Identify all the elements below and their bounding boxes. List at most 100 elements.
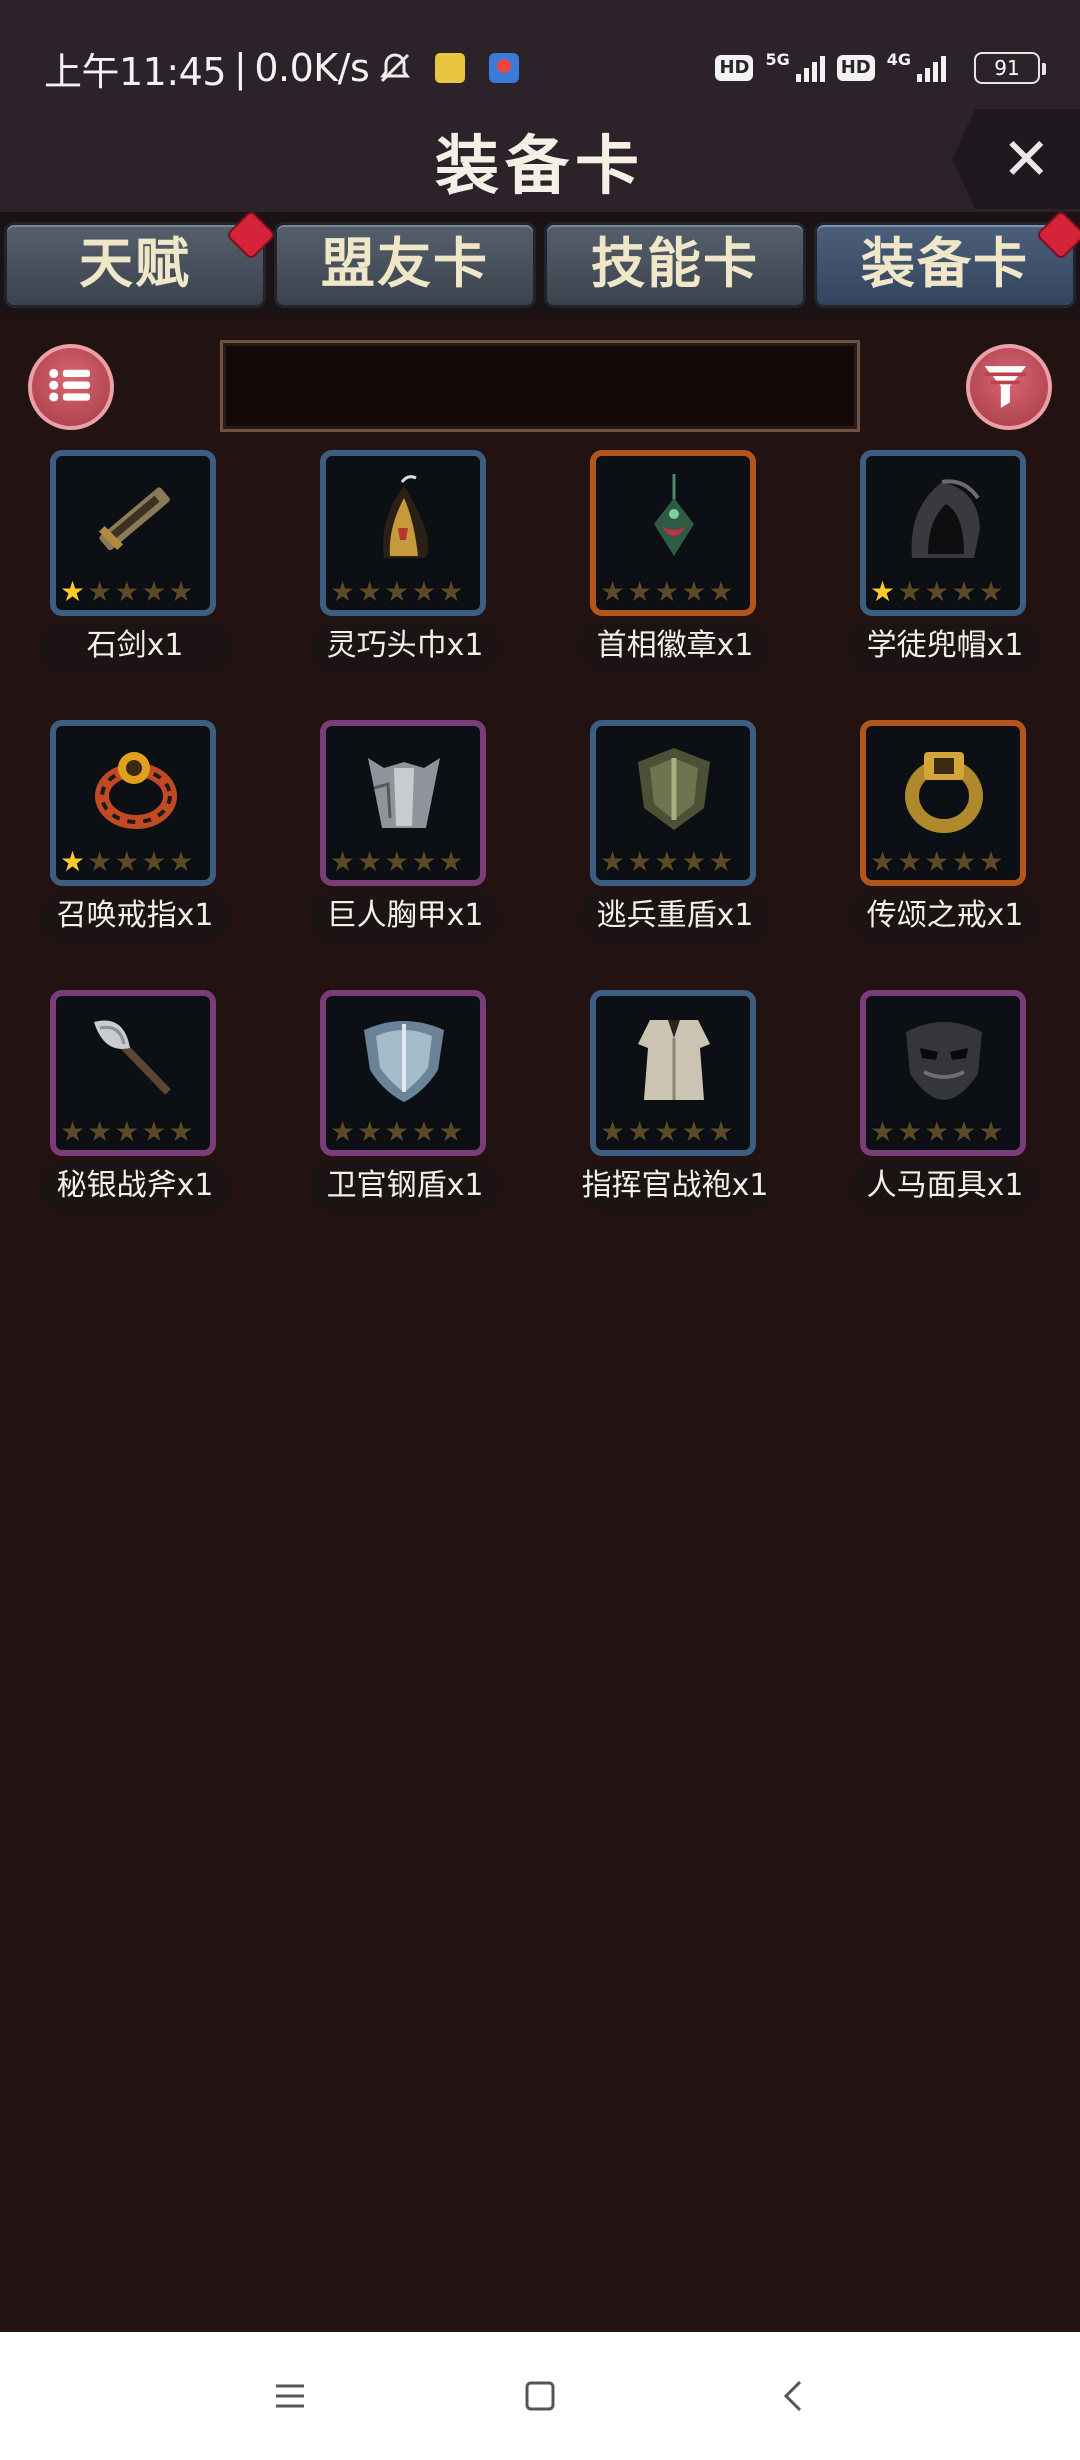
item-name: 秘银战斧x1	[56, 1168, 214, 1203]
ring-icon	[95, 752, 177, 829]
item-name: 首相徽章x1	[596, 628, 754, 663]
item-name: 学徒兜帽x1	[866, 628, 1024, 663]
hd-badge: HD	[715, 55, 754, 81]
equipment-card[interactable]: ★ ★ ★ ★ ★ 灵巧头巾x1	[270, 450, 510, 700]
star-rating: ★ ★ ★ ★ ★	[600, 575, 734, 608]
game-app-icon	[489, 53, 520, 83]
list-icon	[49, 368, 91, 402]
network-type-5g: 5G	[765, 49, 790, 69]
card-frame: ★ ★ ★ ★ ★	[860, 990, 1026, 1156]
notification-badge	[228, 212, 274, 258]
card-frame: ★ ★ ★ ★ ★	[50, 450, 216, 616]
signal-icon-2	[917, 54, 946, 82]
search-input[interactable]	[220, 340, 860, 432]
tab-label: 技能卡	[591, 232, 759, 295]
card-frame: ★ ★ ★ ★ ★	[590, 450, 756, 616]
star-rating: ★ ★ ★ ★ ★	[870, 1115, 1004, 1148]
mask-icon	[906, 1022, 982, 1100]
gold-ring-icon	[905, 752, 983, 833]
hd-badge-2: HD	[836, 55, 875, 81]
app-notification-icon	[435, 53, 466, 83]
item-name: 逃兵重盾x1	[596, 898, 754, 933]
item-name: 卫官钢盾x1	[326, 1168, 484, 1203]
badge-icon	[654, 474, 694, 556]
page-title: 装备卡	[435, 130, 645, 204]
header: 装备卡 ✕	[0, 105, 1080, 212]
card-frame: ★ ★ ★ ★ ★	[50, 990, 216, 1156]
bell-muted-icon	[380, 53, 411, 83]
axe-icon	[94, 1020, 171, 1095]
status-separator: |	[234, 46, 247, 90]
steel-shield-icon	[364, 1021, 444, 1102]
heavy-shield-icon	[638, 748, 710, 830]
hood-icon	[383, 475, 429, 558]
sword-icon	[98, 487, 170, 551]
equipment-card[interactable]: ★ ★ ★ ★ ★ 召唤戒指x1	[0, 720, 240, 970]
clock: 上午11:45	[44, 49, 227, 94]
equipment-card[interactable]: ★ ★ ★ ★ ★ 指挥官战袍x1	[540, 990, 780, 1240]
network-type-4g: 4G	[886, 49, 911, 69]
cowl-icon	[911, 479, 980, 558]
network-speed: 0.0K/s	[254, 46, 370, 90]
notification-badge	[1038, 212, 1080, 258]
item-name: 传颂之戒x1	[866, 898, 1024, 933]
star-rating: ★ ★ ★ ★ ★	[330, 1115, 464, 1148]
star-rating: ★ ★ ★ ★ ★	[60, 575, 194, 608]
card-frame: ★ ★ ★ ★ ★	[50, 720, 216, 886]
card-frame: ★ ★ ★ ★ ★	[320, 720, 486, 886]
tab-bar: 天赋 盟友卡 技能卡 装备卡	[0, 212, 1080, 317]
equipment-card[interactable]: ★ ★ ★ ★ ★ 学徒兜帽x1	[810, 450, 1050, 700]
item-name: 召唤戒指x1	[56, 898, 214, 933]
card-frame: ★ ★ ★ ★ ★	[590, 720, 756, 886]
chestplate-icon	[368, 758, 440, 828]
filter-button[interactable]	[966, 344, 1052, 430]
battery-icon: 91	[974, 52, 1046, 84]
card-frame: ★ ★ ★ ★ ★	[320, 990, 486, 1156]
star-rating: ★ ★ ★ ★ ★	[870, 845, 1004, 878]
tab-label: 天赋	[79, 232, 191, 295]
item-name: 巨人胸甲x1	[326, 898, 484, 933]
card-frame: ★ ★ ★ ★ ★	[320, 450, 486, 616]
star-rating: ★ ★ ★ ★ ★	[60, 1115, 194, 1148]
equipment-card[interactable]: ★ ★ ★ ★ ★ 人马面具x1	[810, 990, 1050, 1240]
equipment-card[interactable]: ★ ★ ★ ★ ★ 首相徽章x1	[540, 450, 780, 700]
system-nav-bar	[0, 2332, 1080, 2460]
item-name: 指挥官战袍x1	[581, 1168, 769, 1203]
status-left: 上午11:45 | 0.0K/s	[44, 40, 520, 96]
star-rating: ★ ★ ★ ★ ★	[330, 845, 464, 878]
close-icon: ✕	[1002, 125, 1051, 193]
equipment-card[interactable]: ★ ★ ★ ★ ★ 巨人胸甲x1	[270, 720, 510, 970]
star-rating: ★ ★ ★ ★ ★	[870, 575, 1004, 608]
menu-icon[interactable]	[266, 2372, 314, 2420]
star-rating: ★ ★ ★ ★ ★	[600, 1115, 734, 1148]
filter-icon	[984, 366, 1027, 408]
status-right: HD 5G HD 4G 91	[715, 46, 1046, 90]
tab-equipment-cards[interactable]: 装备卡	[814, 212, 1080, 308]
star-rating: ★ ★ ★ ★ ★	[600, 845, 734, 878]
list-view-button[interactable]	[28, 344, 114, 430]
back-icon[interactable]	[770, 2372, 818, 2420]
card-frame: ★ ★ ★ ★ ★	[590, 990, 756, 1156]
item-name: 灵巧头巾x1	[326, 628, 484, 663]
status-bar: 上午11:45 | 0.0K/s HD 5G HD 4G 91	[0, 0, 1080, 105]
equipment-card[interactable]: ★ ★ ★ ★ ★ 传颂之戒x1	[810, 720, 1050, 970]
equipment-card[interactable]: ★ ★ ★ ★ ★ 逃兵重盾x1	[540, 720, 780, 970]
equipment-card[interactable]: ★ ★ ★ ★ ★ 石剑x1	[0, 450, 240, 700]
equipment-card[interactable]: ★ ★ ★ ★ ★ 秘银战斧x1	[0, 990, 240, 1240]
tab-talent[interactable]: 天赋	[4, 212, 274, 308]
robe-icon	[638, 1020, 710, 1100]
card-frame: ★ ★ ★ ★ ★	[860, 450, 1026, 616]
equipment-card[interactable]: ★ ★ ★ ★ ★ 卫官钢盾x1	[270, 990, 510, 1240]
tab-skill-cards[interactable]: 技能卡	[544, 222, 806, 308]
card-frame: ★ ★ ★ ★ ★	[860, 720, 1026, 886]
star-rating: ★ ★ ★ ★ ★	[60, 845, 194, 878]
signal-icon	[795, 54, 825, 82]
tab-label: 装备卡	[861, 232, 1029, 295]
item-name: 人马面具x1	[866, 1168, 1024, 1203]
star-rating: ★ ★ ★ ★ ★	[330, 575, 464, 608]
close-button[interactable]: ✕	[952, 109, 1080, 209]
tab-label: 盟友卡	[321, 232, 489, 295]
item-name: 石剑x1	[86, 628, 184, 663]
home-icon[interactable]	[516, 2372, 564, 2420]
tab-ally-cards[interactable]: 盟友卡	[274, 222, 536, 308]
